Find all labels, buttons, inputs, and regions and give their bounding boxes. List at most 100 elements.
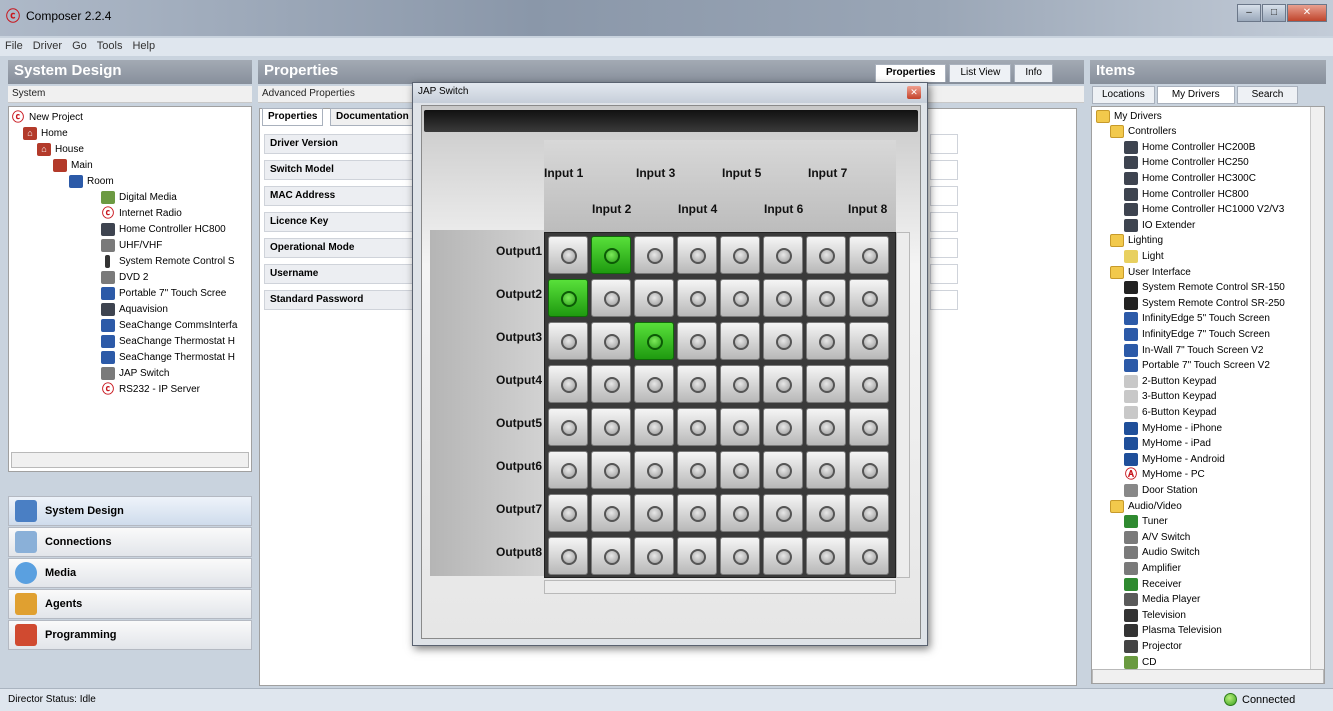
route-button[interactable]	[763, 451, 803, 489]
route-button[interactable]	[763, 236, 803, 274]
driver-item[interactable]: MyHome - iPad	[1124, 436, 1211, 452]
tree-item-new-project[interactable]: ⓒ New Project	[11, 109, 83, 125]
tab-info[interactable]: Info	[1014, 64, 1053, 82]
tab-my-drivers[interactable]: My Drivers	[1156, 86, 1235, 104]
nav-system-design[interactable]: System Design	[8, 496, 252, 526]
tree-item-remote-control[interactable]: System Remote Control S	[101, 253, 235, 269]
route-button[interactable]	[763, 537, 803, 575]
dialog-close-button[interactable]: ✕	[907, 86, 921, 99]
route-button[interactable]	[720, 408, 760, 446]
route-button[interactable]	[634, 537, 674, 575]
driver-item[interactable]: Portable 7" Touch Screen V2	[1124, 358, 1270, 374]
tree-item-rs232-ip[interactable]: ⓒ RS232 - IP Server	[101, 381, 200, 397]
menu-go[interactable]: Go	[67, 38, 92, 56]
menu-driver[interactable]: Driver	[28, 38, 67, 56]
nav-programming[interactable]: Programming	[8, 620, 252, 650]
tree-item-seachange-thermo-2[interactable]: SeaChange Thermostat H	[101, 349, 235, 365]
tree-item-house[interactable]: ⌂ House	[37, 141, 84, 157]
driver-item[interactable]: Media Player	[1124, 592, 1200, 608]
route-button[interactable]	[591, 236, 631, 274]
driver-item[interactable]: Home Controller HC1000 V2/V3	[1124, 202, 1284, 218]
route-button[interactable]	[849, 537, 889, 575]
driver-item[interactable]: Door Station	[1124, 482, 1198, 498]
route-button[interactable]	[677, 451, 717, 489]
prop-username-value[interactable]	[930, 264, 958, 284]
route-button[interactable]	[677, 365, 717, 403]
route-button[interactable]	[548, 322, 588, 360]
route-button[interactable]	[849, 322, 889, 360]
route-button[interactable]	[806, 236, 846, 274]
tab-list-view[interactable]: List View	[949, 64, 1012, 82]
tree-item-home[interactable]: ⌂ Home	[23, 125, 68, 141]
driver-item[interactable]: InfinityEdge 5" Touch Screen	[1124, 311, 1270, 327]
route-button[interactable]	[591, 537, 631, 575]
route-button[interactable]	[849, 408, 889, 446]
route-button[interactable]	[548, 279, 588, 317]
route-button[interactable]	[548, 365, 588, 403]
driver-item[interactable]: Home Controller HC300C	[1124, 170, 1256, 186]
route-button[interactable]	[591, 322, 631, 360]
prop-standard-password-value[interactable]	[930, 290, 958, 310]
driver-item[interactable]: A/V Switch	[1124, 529, 1190, 545]
nav-media[interactable]: Media	[8, 558, 252, 588]
route-button[interactable]	[849, 451, 889, 489]
driver-item[interactable]: Home Controller HC200B	[1124, 139, 1255, 155]
driver-item[interactable]: Projector	[1124, 638, 1182, 654]
route-button[interactable]	[548, 236, 588, 274]
driver-item[interactable]: MyHome - iPhone	[1124, 420, 1222, 436]
driver-item[interactable]: Audio Switch	[1124, 545, 1200, 561]
tree-item-uhf-vhf[interactable]: UHF/VHF	[101, 237, 162, 253]
route-button[interactable]	[548, 408, 588, 446]
driver-item[interactable]: In-Wall 7" Touch Screen V2	[1124, 342, 1263, 358]
driver-item[interactable]: IO Extender	[1124, 217, 1195, 233]
driver-item[interactable]: System Remote Control SR-150	[1124, 280, 1285, 296]
route-button[interactable]	[634, 279, 674, 317]
menu-file[interactable]: File	[0, 38, 28, 56]
close-button[interactable]: ✕	[1287, 4, 1327, 22]
drivers-horizontal-scrollbar[interactable]	[1092, 669, 1324, 683]
matrix-horizontal-scrollbar[interactable]	[544, 580, 896, 594]
matrix-vertical-scrollbar[interactable]	[896, 232, 910, 578]
route-button[interactable]	[677, 236, 717, 274]
tree-item-room[interactable]: Room	[69, 173, 114, 189]
driver-item[interactable]: 6-Button Keypad	[1124, 404, 1217, 420]
driver-item[interactable]: 3-Button Keypad	[1124, 389, 1217, 405]
route-button[interactable]	[634, 494, 674, 532]
tree-item-digital-media[interactable]: Digital Media	[101, 189, 177, 205]
drivers-vertical-scrollbar[interactable]	[1310, 107, 1324, 669]
route-button[interactable]	[677, 494, 717, 532]
tree-item-dvd2[interactable]: DVD 2	[101, 269, 148, 285]
driver-item[interactable]: Amplifier	[1124, 560, 1181, 576]
route-button[interactable]	[677, 537, 717, 575]
route-button[interactable]	[634, 451, 674, 489]
route-button[interactable]	[806, 279, 846, 317]
route-button[interactable]	[763, 279, 803, 317]
route-button[interactable]	[634, 365, 674, 403]
nav-agents[interactable]: Agents	[8, 589, 252, 619]
tab-search[interactable]: Search	[1236, 86, 1299, 104]
route-button[interactable]	[763, 365, 803, 403]
route-button[interactable]	[634, 236, 674, 274]
route-button[interactable]	[634, 322, 674, 360]
driver-item[interactable]: Lighting	[1110, 233, 1163, 249]
route-button[interactable]	[591, 279, 631, 317]
tree-item-main[interactable]: Main	[53, 157, 93, 173]
driver-item[interactable]: Home Controller HC250	[1124, 155, 1249, 171]
route-button[interactable]	[591, 408, 631, 446]
inner-tab-documentation[interactable]: Documentation	[330, 108, 415, 126]
route-button[interactable]	[548, 494, 588, 532]
driver-item[interactable]: My Drivers	[1096, 108, 1162, 124]
route-button[interactable]	[548, 451, 588, 489]
tree-item-portable-touch[interactable]: Portable 7" Touch Scree	[101, 285, 226, 301]
route-button[interactable]	[548, 537, 588, 575]
tree-item-internet-radio[interactable]: ⓒ Internet Radio	[101, 205, 182, 221]
route-button[interactable]	[677, 279, 717, 317]
route-button[interactable]	[720, 537, 760, 575]
tree-item-seachange-comms[interactable]: SeaChange CommsInterfa	[101, 317, 237, 333]
route-button[interactable]	[806, 451, 846, 489]
driver-item[interactable]: Receiver	[1124, 576, 1181, 592]
inner-tab-properties[interactable]: Properties	[262, 108, 324, 126]
driver-item[interactable]: Ⓐ MyHome - PC	[1124, 467, 1205, 483]
route-button[interactable]	[806, 322, 846, 360]
tab-properties[interactable]: Properties	[875, 64, 947, 82]
